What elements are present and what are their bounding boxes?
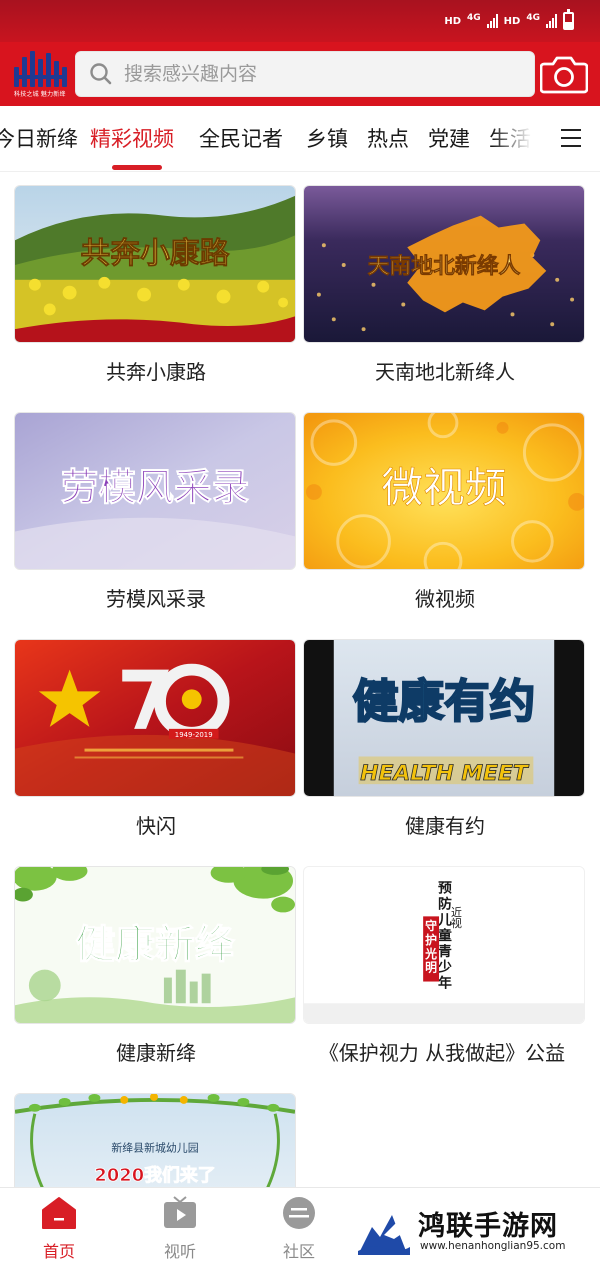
watermark-url: www.henanhonglian95.com: [420, 1240, 566, 1252]
video-card[interactable]: 共奔小康路 共奔小康路: [14, 185, 298, 385]
nav-audiovisual[interactable]: 视听: [145, 1196, 215, 1262]
community-icon: [283, 1197, 315, 1229]
video-thumbnail[interactable]: 微视频: [303, 412, 585, 570]
thumbnail-caption: 健康新绛: [76, 922, 235, 968]
home-icon: [42, 1197, 76, 1229]
tab-party-building[interactable]: 党建: [428, 123, 470, 153]
search-bar[interactable]: [75, 51, 535, 97]
video-title[interactable]: 天南地北新绛人: [303, 356, 587, 385]
site-watermark: 鸿联手游网 www.henanhonglian95.com: [350, 1200, 600, 1260]
app-header: 科技之城 魅力新绛: [0, 42, 600, 106]
thumbnail-caption-2: 2020我们来了: [94, 1164, 215, 1186]
status-bar: HD 4G HD 4G: [0, 0, 600, 42]
battery-icon: [563, 9, 574, 30]
tab-towns[interactable]: 乡镇: [306, 123, 348, 153]
nav-community[interactable]: 社区: [264, 1196, 334, 1262]
thumbnail-caption: 劳模风采录: [61, 465, 250, 509]
thumbnail-caption: 1949-2019: [175, 731, 213, 739]
video-thumbnail[interactable]: 劳模风采录: [14, 412, 296, 570]
thumbnail-caption: 健康有约: [353, 675, 536, 728]
thumbnail-caption: 天南地北新绛人: [368, 253, 521, 279]
watermark-logo-icon: [354, 1205, 412, 1257]
tab-fade-overlay: [492, 106, 542, 171]
video-card[interactable]: 健康有约 HEALTH MEET 健康有约: [303, 639, 587, 839]
video-grid: 共奔小康路 共奔小康路 天南地北新绛人 天南地北新绛人 劳模风采录 劳模风采录 …: [0, 172, 600, 1187]
video-thumbnail[interactable]: 1949-2019: [14, 639, 296, 797]
active-tab-indicator: [112, 165, 162, 170]
thumbnail-caption: 新绛县新城幼儿园: [111, 1140, 198, 1154]
video-thumbnail[interactable]: 天南地北新绛人: [303, 185, 585, 343]
tab-hot-topics[interactable]: 热点: [367, 123, 409, 153]
video-card[interactable]: 劳模风采录 劳模风采录: [14, 412, 298, 612]
tv-icon: [164, 1196, 196, 1228]
watermark-name: 鸿联手游网: [418, 1211, 558, 1242]
svg-text:近视: 近视: [449, 906, 462, 928]
logo-slogan: 科技之城 魅力新绛: [14, 91, 66, 98]
signal-strength-icon: [486, 14, 498, 28]
video-title[interactable]: 微视频: [303, 583, 587, 612]
camera-icon[interactable]: [540, 52, 588, 96]
search-input[interactable]: [124, 54, 524, 94]
video-card[interactable]: 预防儿 童青少 年 近视 守护光 明 《保护视力 从我做起》公益: [303, 866, 587, 1066]
search-icon: [90, 63, 112, 85]
video-thumbnail[interactable]: 预防儿 童青少 年 近视 守护光 明: [303, 866, 585, 1024]
thumbnail-caption-en: HEALTH MEET: [360, 761, 530, 786]
thumbnail-caption: 微视频: [381, 463, 506, 512]
video-card[interactable]: 1949-2019 快闪: [14, 639, 298, 839]
category-tabs: 今日新绛 精彩视频 全民记者 乡镇 热点 党建 生活: [0, 106, 600, 172]
tab-today-xinjiang[interactable]: 今日新绛: [0, 123, 78, 153]
video-title[interactable]: 快闪: [14, 810, 298, 839]
nav-label: 视听: [163, 1242, 196, 1261]
hamburger-menu-icon[interactable]: [542, 106, 600, 171]
video-thumbnail[interactable]: 新绛县新城幼儿园 2020我们来了: [14, 1093, 296, 1187]
thumbnail-caption: 共奔小康路: [81, 236, 230, 271]
video-title[interactable]: 健康新绛: [14, 1037, 298, 1066]
video-thumbnail[interactable]: 健康新绛: [14, 866, 296, 1024]
video-card[interactable]: 健康新绛 健康新绛: [14, 866, 298, 1066]
video-title[interactable]: 共奔小康路: [14, 356, 298, 385]
nav-label: 社区: [282, 1242, 315, 1261]
signal-strength-icon: [546, 14, 557, 28]
nav-home[interactable]: 首页: [24, 1196, 94, 1262]
video-title[interactable]: 劳模风采录: [14, 583, 298, 612]
video-thumbnail[interactable]: 共奔小康路: [14, 185, 296, 343]
video-card[interactable]: 微视频 微视频: [303, 412, 587, 612]
video-card[interactable]: 天南地北新绛人 天南地北新绛人: [303, 185, 587, 385]
signal-type-1: 4G: [467, 12, 481, 23]
tab-citizen-reporter[interactable]: 全民记者: [199, 123, 283, 153]
status-indicators: HD 4G HD 4G: [444, 9, 574, 32]
video-title[interactable]: 《保护视力 从我做起》公益: [297, 1037, 587, 1066]
video-thumbnail[interactable]: 健康有约 HEALTH MEET: [303, 639, 585, 797]
signal-type-2: 4G: [526, 12, 540, 23]
video-title[interactable]: 健康有约: [303, 810, 587, 839]
tab-featured-video[interactable]: 精彩视频: [90, 123, 174, 153]
video-card[interactable]: 新绛县新城幼儿园 2020我们来了: [14, 1093, 298, 1187]
nav-label: 首页: [42, 1242, 75, 1261]
network-type-1: HD: [444, 15, 462, 27]
network-type-2: HD: [503, 15, 521, 27]
